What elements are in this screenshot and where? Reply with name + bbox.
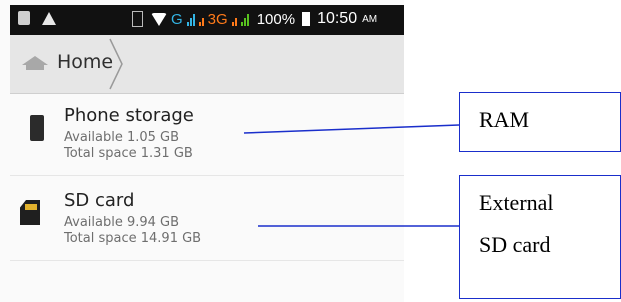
annotation-label-ram: RAM: [479, 107, 530, 132]
storage-total: Total space 1.31 GB: [64, 146, 193, 161]
sim-icon: [18, 11, 30, 25]
warning-icon: [42, 11, 56, 25]
phone-storage-icon: [30, 115, 44, 141]
list-item-phone-storage[interactable]: Phone storage Available 1.05 GB Total sp…: [10, 95, 404, 176]
annotation-box-sd: External SD card: [459, 175, 621, 299]
battery-icon: [302, 12, 311, 26]
breadcrumb-home[interactable]: Home: [57, 51, 113, 73]
phone-screen: G 3G 100% 10:50 AM Home Phone storage Ava…: [0, 0, 404, 302]
sd-card-icon: [20, 200, 40, 225]
storage-title: Phone storage: [64, 105, 194, 126]
clock-ampm: AM: [362, 13, 378, 25]
sd-status-icon: [132, 11, 143, 27]
annotation-label-sd-line2: SD card: [479, 232, 551, 257]
status-bar: G 3G 100% 10:50 AM: [10, 5, 404, 35]
storage-available: Available 9.94 GB: [64, 215, 180, 230]
storage-available: Available 1.05 GB: [64, 130, 180, 145]
status-right: G 3G 100% 10:50 AM: [132, 10, 377, 28]
storage-total: Total space 14.91 GB: [64, 231, 202, 246]
home-icon[interactable]: [22, 56, 48, 70]
wifi-icon: [151, 12, 167, 26]
network-g-label: G: [171, 10, 183, 28]
chevron-right-icon: [109, 38, 123, 90]
signal-icon: [198, 12, 204, 26]
battery-percent: 100%: [256, 10, 296, 28]
storage-title: SD card: [64, 190, 135, 211]
annotation-label-sd-line1: External: [479, 190, 554, 215]
list-item-sd-card[interactable]: SD card Available 9.94 GB Total space 14…: [10, 180, 404, 261]
annotation-box-ram: RAM: [459, 92, 621, 152]
clock: 10:50: [317, 10, 358, 27]
signal-icon: [240, 12, 249, 26]
network-3g-label: 3G: [207, 10, 228, 28]
status-left-icons: [18, 11, 56, 25]
signal-icon: [231, 12, 237, 26]
breadcrumb: Home: [10, 35, 404, 94]
signal-icon: [186, 12, 195, 26]
